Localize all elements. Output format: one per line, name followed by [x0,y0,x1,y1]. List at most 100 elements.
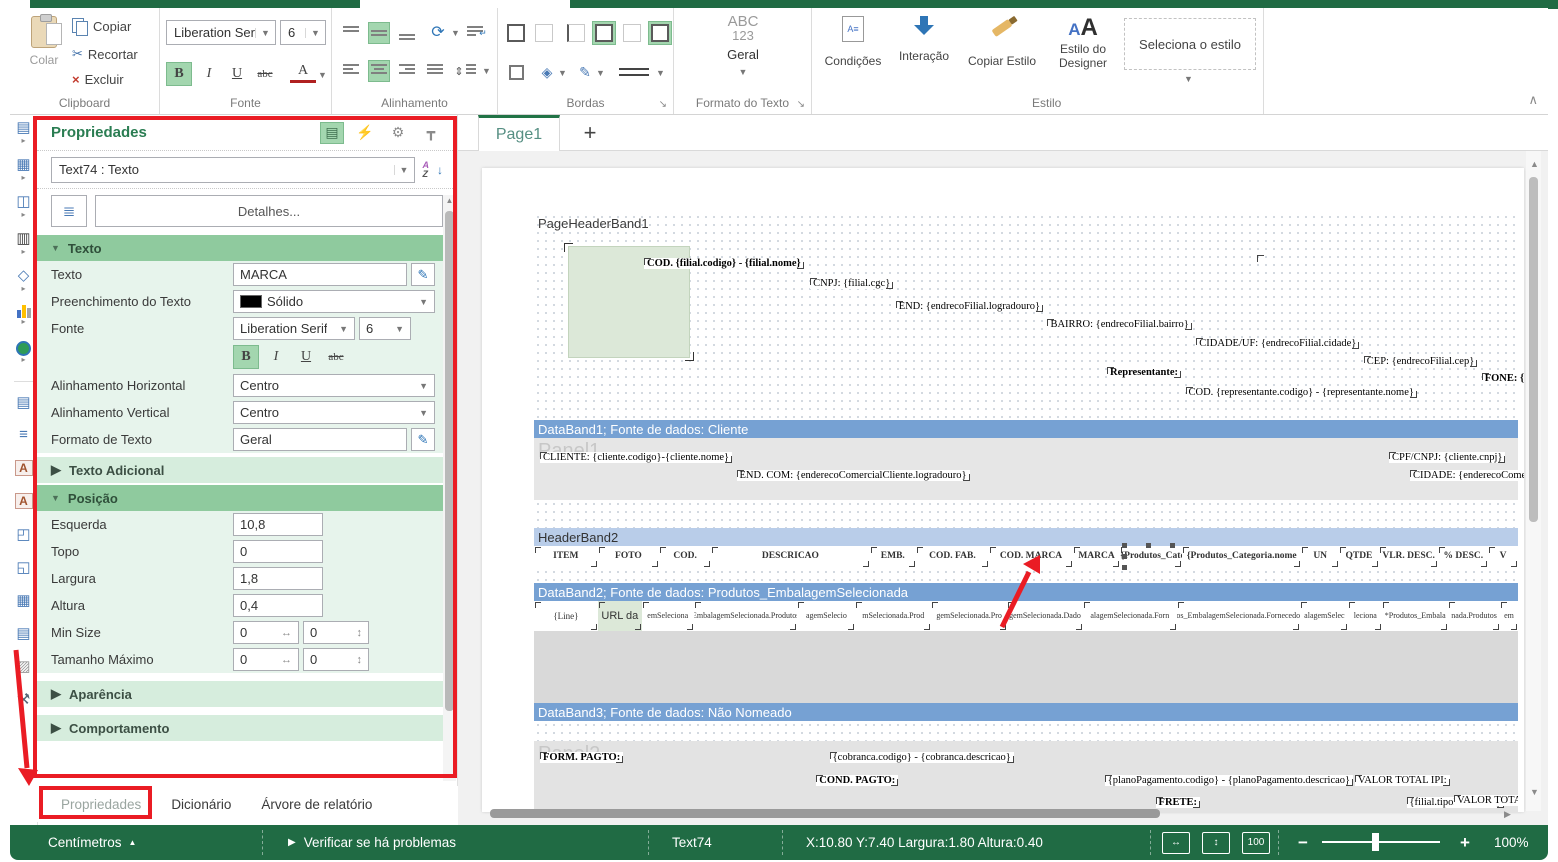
report-field[interactable]: CNPJ: {filial.cgc} [810,278,893,289]
chevron-down-icon[interactable]: ▼ [1184,74,1193,84]
header-band2-header[interactable]: HeaderBand2 [534,528,1518,546]
toolbox-panel-top-button[interactable]: ◰ [10,517,37,550]
underline-toggle[interactable]: U [293,345,319,369]
section-texto-adicional[interactable]: ▶ Texto Adicional [37,457,457,483]
toolbox-shapes-button[interactable]: ◇▸ [10,267,37,304]
column-header[interactable]: EMB. [870,546,916,568]
fit-page-height-button[interactable]: ↕ [1202,832,1230,854]
edit-pencil-icon[interactable]: ✎ [411,263,435,286]
minsize-height-input[interactable]: 0↕ [303,621,369,644]
cut-button[interactable]: ✂ Recortar [72,46,138,62]
selection-handle[interactable] [1122,554,1127,559]
data-cell[interactable]: mSelecionada.Prod [855,601,931,631]
largura-input[interactable]: 1,8 [233,567,323,590]
maxsize-width-input[interactable]: 0↔ [233,648,299,671]
toolbox-panel-bottom-button[interactable]: ◱ [10,550,37,583]
conditions-button[interactable]: A≡ Condições [820,16,886,92]
column-header[interactable]: QTDE [1339,546,1379,568]
line-spacing-button[interactable]: ⇕ [452,60,478,82]
zoom-slider-thumb[interactable] [1372,833,1379,851]
select-style-dropdown[interactable]: Seleciona o estilo [1124,18,1256,70]
font-family-dropdown[interactable]: Liberation Serif▼ [233,317,355,340]
delete-button[interactable]: × Excluir [72,72,124,87]
fill-dropdown[interactable]: Sólido▼ [233,290,435,313]
italic-button[interactable]: I [196,62,222,86]
tab-dicionario[interactable]: Dicionário [171,797,231,812]
details-button[interactable]: Detalhes... [95,195,443,227]
report-field[interactable]: VALOR TOTAL IPI: [1355,775,1450,786]
properties-scrollbar[interactable]: ▲ [443,195,456,781]
formato-input[interactable]: Geral [233,428,407,451]
check-problems-button[interactable]: ▶ Verificar se há problemas [288,825,456,860]
data-cell[interactable]: gemSelecionada.Pro [931,601,1007,631]
paste-button[interactable]: Colar [22,16,66,90]
data-cell[interactable]: agemSelecio [797,601,855,631]
column-header[interactable]: % DESC. [1438,546,1488,568]
sort-az-icon[interactable]: AZ [423,161,430,179]
font-size-select[interactable]: 6 ▼ [280,20,326,45]
halign-right-button[interactable] [396,60,418,82]
horizontal-scrollbar-thumb[interactable] [490,809,1160,818]
border-none-button[interactable] [532,21,556,45]
report-field[interactable]: FONE: {filial.telefone} [1482,373,1524,384]
toolbox-richtext-button[interactable]: A [10,451,37,484]
fit-page-width-button[interactable]: ↔ [1162,832,1190,854]
toolbox-textblock-button[interactable]: ▤ [10,616,37,649]
toolbox-crosstab-button[interactable]: ◫▸ [10,193,37,230]
copy-style-button[interactable]: Copiar Estilo [962,16,1042,92]
scroll-right-icon[interactable]: ▶ [1504,809,1511,820]
data-cell[interactable]: alagemSelecionada.Forn [1083,601,1177,631]
texto-input[interactable]: MARCA [233,263,407,286]
section-comportamento[interactable]: ▶ Comportamento [37,715,457,741]
halign-dropdown[interactable]: Centro▼ [233,374,435,397]
column-header-marca-selected[interactable]: MARCA [1073,546,1121,568]
column-header[interactable]: {Produtos_Categ( [1120,546,1182,568]
report-field[interactable]: CLIENTE: {cliente.codigo}-{cliente.nome} [540,452,732,463]
toolbox-richtext2-button[interactable]: A [10,484,37,517]
report-field[interactable]: CIDADE: {enderecoComercialCliente.cidade… [1410,470,1524,481]
esquerda-input[interactable]: 10,8 [233,513,323,536]
valign-dropdown[interactable]: Centro▼ [233,401,435,424]
column-header[interactable]: ITEM [534,546,598,568]
valign-center-button[interactable] [368,22,390,44]
toolbox-map-button[interactable]: ▸ [10,341,37,378]
strikethrough-button[interactable]: abc [252,62,278,86]
toolbox-image-button[interactable]: ▨ [10,649,37,682]
events-button[interactable]: ⚡ [353,122,377,144]
minsize-width-input[interactable]: 0↔ [233,621,299,644]
toolbox-chart-button[interactable]: ▸ [10,304,37,341]
text-format-button[interactable]: ABC 123 Geral ▼ [704,14,782,92]
scroll-up-icon[interactable]: ▲ [443,196,456,205]
column-header[interactable]: COD. [659,546,711,568]
tab-arvore-relatorio[interactable]: Árvore de relatório [261,797,372,812]
data-cell[interactable]: gemSelecionada.Dado [1007,601,1083,631]
data-cell[interactable]: alagemSelec [1300,601,1348,631]
toolbox-text-button[interactable]: ≡ [10,418,37,451]
report-field[interactable]: CIDADE/UF: {endrecoFilial.cidade} [1196,338,1359,349]
report-field[interactable]: CEP: {endrecoFilial.cep} [1364,356,1477,367]
element-selector-dropdown[interactable]: Text74 : Texto ▼ [51,157,415,183]
underline-button[interactable]: U [224,62,250,86]
column-header[interactable]: FOTO [598,546,660,568]
properties-view-button[interactable]: ▤ [320,122,344,144]
pin-button[interactable]: ┳ [419,122,443,144]
border-style-button[interactable] [614,60,654,84]
report-field[interactable]: FORM. PAGTO: [540,752,623,763]
strike-toggle[interactable]: abc [323,345,349,369]
tab-propriedades[interactable]: Propriedades [61,797,141,812]
border-color-button[interactable]: ✎ [574,60,596,84]
zoom-slider[interactable] [1322,825,1440,860]
border-all-button[interactable] [504,21,528,45]
collapse-ribbon-button[interactable]: ∧ [1528,92,1538,108]
topo-input[interactable]: 0 [233,540,323,563]
report-field[interactable]: VALOR TOTAL ST: [1454,795,1518,806]
word-wrap-button[interactable]: ↵ [466,22,488,44]
border-bottom-button[interactable] [648,21,672,45]
selection-handle[interactable] [1146,543,1151,548]
report-field[interactable]: FRETE: [1156,797,1201,808]
data-cell[interactable]: nada.Produtos [1448,601,1500,631]
data-cell[interactable]: *Produtos_Embala [1382,601,1448,631]
tab-page1[interactable]: Page1 [478,115,560,151]
text-lines-icon[interactable]: ≣ [51,195,87,227]
chevron-down-icon[interactable]: ▼ [558,68,567,78]
